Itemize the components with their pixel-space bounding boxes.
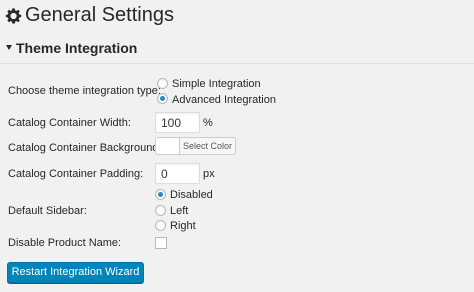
page-title: General Settings [5,4,174,27]
section-title: Theme Integration [16,40,138,56]
option-advanced-integration: Advanced Integration [172,94,276,106]
option-sidebar-left: Left [170,205,189,217]
radio-sidebar-right[interactable] [155,220,166,231]
section-header[interactable]: Theme Integration [0,34,474,64]
option-simple-integration: Simple Integration [172,78,261,90]
disable-product-name-label: Disable Product Name: [8,237,122,249]
radio-sidebar-disabled[interactable] [155,189,166,200]
select-color-button[interactable]: Select Color [179,137,236,155]
radio-sidebar-left[interactable] [155,205,166,216]
option-sidebar-right: Right [170,220,196,232]
disable-product-name-checkbox[interactable] [155,237,167,249]
container-width-label: Catalog Container Width: [8,117,131,129]
integration-type-label: Choose theme integration type: [8,85,161,97]
gear-icon [5,7,22,24]
radio-advanced-integration[interactable] [157,93,168,104]
restart-integration-wizard-button[interactable]: Restart Integration Wizard [7,262,144,283]
container-background-label: Catalog Container Background: [8,142,162,154]
container-width-input[interactable]: 100 [155,112,200,133]
color-swatch[interactable] [155,137,179,155]
page-title-text: General Settings [25,4,174,26]
container-padding-input[interactable]: 0 [155,163,200,184]
container-padding-label: Catalog Container Padding: [8,168,144,180]
option-sidebar-disabled: Disabled [170,189,213,201]
radio-simple-integration[interactable] [157,78,168,89]
container-padding-unit: px [203,168,215,180]
collapse-arrow-icon[interactable] [6,45,12,50]
default-sidebar-label: Default Sidebar: [8,205,87,217]
container-width-unit: % [203,117,213,129]
